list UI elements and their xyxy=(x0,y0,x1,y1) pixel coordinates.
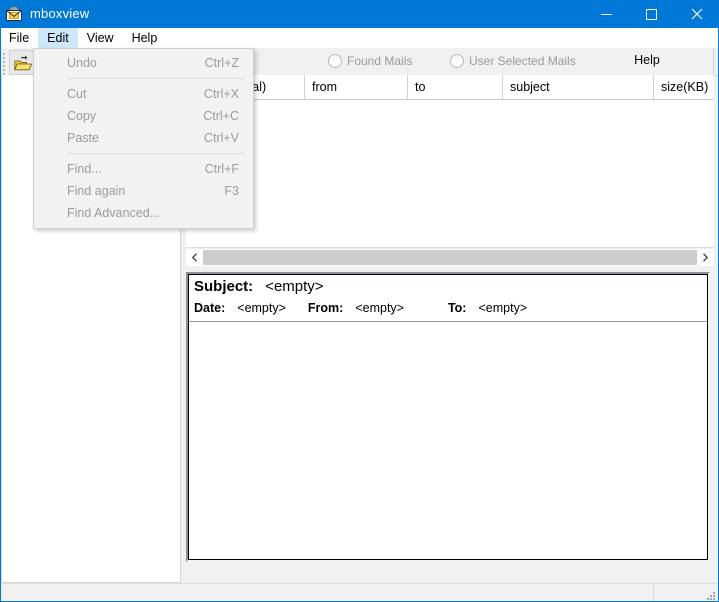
menu-item-find[interactable]: Find... Ctrl+F xyxy=(34,158,253,180)
mail-detail-frame: Subject: <empty> Date: <empty> From: <empty>… xyxy=(188,274,708,560)
menu-item-undo[interactable]: Undo Ctrl+Z xyxy=(34,52,253,74)
menu-item-paste-label: Paste xyxy=(34,127,99,149)
menu-item-find-again[interactable]: Find again F3 xyxy=(34,180,253,202)
toolbar-help-label[interactable]: Help xyxy=(624,53,670,67)
detail-subject-line: Subject: <empty> xyxy=(194,278,324,295)
mail-list-header: cal) from to subject size(KB) xyxy=(186,75,714,100)
chevron-left-icon[interactable] xyxy=(186,249,203,266)
menu-item-find-again-accel: F3 xyxy=(224,180,253,202)
mail-envelope-icon xyxy=(0,0,28,28)
application-window: mboxview File Edit View Help xyxy=(0,0,719,602)
detail-to-value: <empty> xyxy=(478,301,527,315)
window-title: mboxview xyxy=(30,0,89,28)
title-bar: mboxview xyxy=(0,0,719,28)
minimize-icon[interactable] xyxy=(584,0,629,28)
menu-item-find-advanced[interactable]: Find Advanced... xyxy=(34,202,253,224)
scrollbar-thumb[interactable] xyxy=(203,250,697,265)
chevron-right-icon[interactable] xyxy=(697,249,714,266)
menu-item-find-accel: Ctrl+F xyxy=(205,158,253,180)
menu-item-cut[interactable]: Cut Ctrl+X xyxy=(34,83,253,105)
menu-view[interactable]: View xyxy=(78,28,123,48)
mail-detail-body[interactable] xyxy=(189,322,707,559)
mail-list-pane: cal) from to subject size(KB) Subject: <e… xyxy=(186,75,714,583)
detail-date-value: <empty> xyxy=(237,301,286,315)
menu-separator xyxy=(67,153,245,154)
column-header-to[interactable]: to xyxy=(408,75,503,99)
menu-item-find-label: Find... xyxy=(34,158,102,180)
menu-item-cut-label: Cut xyxy=(34,83,86,105)
column-header-size[interactable]: size(KB) xyxy=(654,75,714,99)
menu-edit[interactable]: Edit xyxy=(38,28,78,48)
menu-separator xyxy=(67,78,245,79)
menu-help[interactable]: Help xyxy=(123,28,167,48)
radio-dot-icon xyxy=(328,54,342,68)
window-controls xyxy=(584,0,719,28)
menu-item-find-advanced-label: Find Advanced... xyxy=(34,202,160,224)
column-header-subject[interactable]: subject xyxy=(503,75,654,99)
status-bar-text xyxy=(1,584,653,601)
menu-item-paste[interactable]: Paste Ctrl+V xyxy=(34,127,253,149)
status-bar xyxy=(1,583,717,601)
detail-meta-line: Date: <empty> From: <empty> To: <empty> xyxy=(194,301,527,315)
detail-date-label: Date: xyxy=(194,301,225,315)
mail-detail-header: Subject: <empty> Date: <empty> From: <empty>… xyxy=(189,275,707,322)
menu-item-paste-accel: Ctrl+V xyxy=(204,127,253,149)
radio-found-mails-label: Found Mails xyxy=(347,54,412,68)
detail-subject-value: <empty> xyxy=(265,278,323,295)
menu-file[interactable]: File xyxy=(0,28,38,48)
resize-grip-icon[interactable] xyxy=(704,589,715,600)
radio-user-selected-mails-label: User Selected Mails xyxy=(469,54,576,68)
toolbar-divider-right xyxy=(713,48,714,75)
menu-item-undo-label: Undo xyxy=(34,52,97,74)
menu-item-copy-label: Copy xyxy=(34,105,96,127)
detail-from-label: From: xyxy=(308,301,343,315)
radio-dot-icon xyxy=(450,54,464,68)
edit-dropdown-menu: Undo Ctrl+Z Cut Ctrl+X Copy Ctrl+C Paste… xyxy=(33,48,254,229)
detail-subject-label: Subject: xyxy=(194,278,253,295)
menu-item-undo-accel: Ctrl+Z xyxy=(205,52,253,74)
radio-found-mails[interactable]: Found Mails xyxy=(328,52,412,70)
menu-item-copy[interactable]: Copy Ctrl+C xyxy=(34,105,253,127)
column-header-from[interactable]: from xyxy=(305,75,408,99)
detail-from-value: <empty> xyxy=(355,301,404,315)
maximize-icon[interactable] xyxy=(629,0,674,28)
mail-list-horizontal-scrollbar[interactable] xyxy=(186,249,714,266)
close-icon[interactable] xyxy=(674,0,719,28)
menu-item-cut-accel: Ctrl+X xyxy=(204,83,253,105)
status-bar-panel xyxy=(653,584,717,601)
mail-list-rows[interactable] xyxy=(186,100,714,248)
radio-user-selected-mails[interactable]: User Selected Mails xyxy=(450,52,576,70)
menu-item-find-again-label: Find again xyxy=(34,180,125,202)
menu-bar: File Edit View Help xyxy=(0,28,719,49)
menu-item-copy-accel: Ctrl+C xyxy=(203,105,253,127)
detail-to-label: To: xyxy=(448,301,467,315)
mail-detail-pane: Subject: <empty> Date: <empty> From: <empty>… xyxy=(186,272,710,562)
